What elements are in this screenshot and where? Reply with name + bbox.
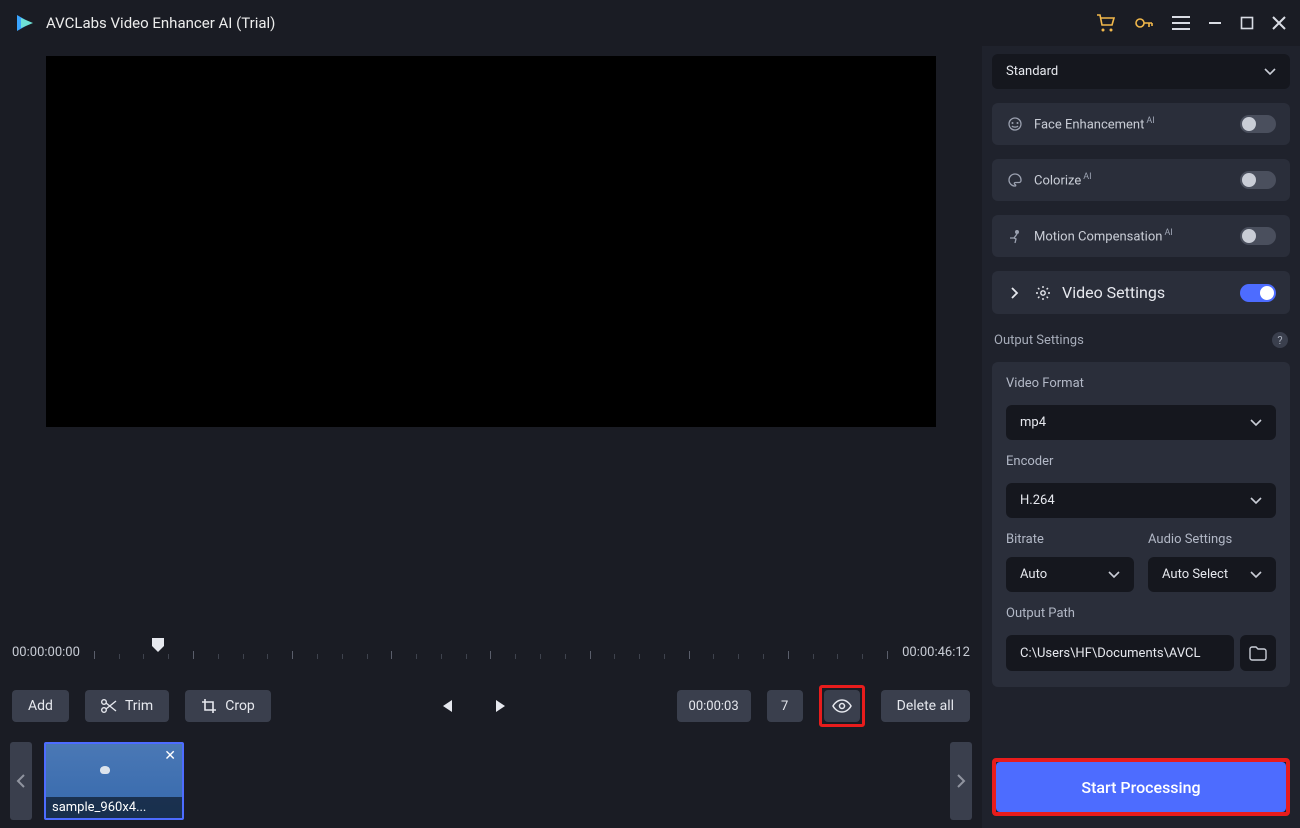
clip-prev-button[interactable] bbox=[10, 742, 32, 820]
app-title: AVCLabs Video Enhancer AI (Trial) bbox=[46, 14, 275, 32]
cart-icon[interactable] bbox=[1096, 14, 1116, 32]
clip-item[interactable]: ✕ sample_960x4... bbox=[44, 742, 184, 820]
app-logo-icon bbox=[14, 12, 36, 34]
chevron-down-icon bbox=[1250, 571, 1262, 579]
video-format-label: Video Format bbox=[1006, 376, 1276, 391]
crop-button[interactable]: Crop bbox=[185, 690, 271, 722]
preview-area bbox=[0, 46, 982, 433]
browse-folder-button[interactable] bbox=[1240, 635, 1276, 671]
trim-button[interactable]: Trim bbox=[85, 690, 169, 722]
editor-pane: 00:00:00:00 00:00:46:12 bbox=[0, 46, 982, 828]
clip-strip: ✕ sample_960x4... bbox=[0, 734, 982, 828]
maximize-icon[interactable] bbox=[1240, 16, 1254, 30]
close-icon[interactable] bbox=[1272, 16, 1286, 30]
colorize-toggle[interactable] bbox=[1240, 171, 1276, 189]
timeline-track[interactable] bbox=[94, 637, 888, 667]
audio-settings-label: Audio Settings bbox=[1148, 532, 1276, 547]
chevron-down-icon bbox=[1108, 571, 1120, 579]
video-format-select[interactable]: mp4 bbox=[1006, 405, 1276, 440]
video-settings-toggle[interactable] bbox=[1240, 284, 1276, 302]
encoder-select[interactable]: H.264 bbox=[1006, 483, 1276, 518]
preset-select[interactable]: Standard bbox=[992, 54, 1290, 89]
clip-remove-icon[interactable]: ✕ bbox=[164, 748, 176, 764]
timeline-start: 00:00:00:00 bbox=[12, 645, 80, 660]
output-path-input[interactable]: C:\Users\HF\Documents\AVCL bbox=[1006, 635, 1234, 671]
delete-all-button[interactable]: Delete all bbox=[881, 690, 970, 722]
video-settings-row[interactable]: Video Settings bbox=[992, 271, 1290, 314]
preview-eye-highlight bbox=[819, 685, 865, 727]
face-enhancement-toggle-card: Face EnhancementAI bbox=[992, 103, 1290, 145]
help-icon[interactable]: ? bbox=[1272, 332, 1288, 348]
add-button[interactable]: Add bbox=[12, 690, 69, 722]
timeline-end: 00:00:46:12 bbox=[902, 645, 970, 660]
clip-label: sample_960x4... bbox=[46, 797, 182, 818]
next-frame-icon[interactable] bbox=[494, 698, 510, 714]
audio-settings-select[interactable]: Auto Select bbox=[1148, 557, 1276, 592]
settings-panel: Standard Face EnhancementAI ColorizeAI bbox=[982, 46, 1300, 828]
titlebar: AVCLabs Video Enhancer AI (Trial) bbox=[0, 0, 1300, 46]
gear-icon bbox=[1034, 284, 1052, 302]
menu-icon[interactable] bbox=[1172, 16, 1190, 30]
preview-eye-button[interactable] bbox=[824, 690, 860, 722]
bitrate-select[interactable]: Auto bbox=[1006, 557, 1134, 592]
playhead-icon[interactable] bbox=[151, 637, 165, 653]
key-icon[interactable] bbox=[1134, 14, 1154, 32]
preview-canvas[interactable] bbox=[46, 56, 936, 427]
toolbar: Add Trim Crop 00:00:03 7 bbox=[0, 678, 982, 734]
face-icon bbox=[1006, 115, 1024, 133]
output-settings-title: Output Settings bbox=[994, 333, 1084, 348]
palette-icon bbox=[1006, 171, 1024, 189]
chevron-down-icon bbox=[1250, 497, 1262, 505]
clip-next-button[interactable] bbox=[950, 742, 972, 820]
prev-frame-icon[interactable] bbox=[438, 698, 454, 714]
frame-input[interactable]: 7 bbox=[767, 690, 803, 722]
timeline: 00:00:00:00 00:00:46:12 bbox=[0, 626, 982, 678]
chevron-down-icon bbox=[1264, 68, 1276, 76]
output-settings-card: Video Format mp4 Encoder H.264 Bitrate A… bbox=[992, 362, 1290, 687]
motion-comp-toggle[interactable] bbox=[1240, 227, 1276, 245]
colorize-toggle-card: ColorizeAI bbox=[992, 159, 1290, 201]
motion-comp-toggle-card: Motion CompensationAI bbox=[992, 215, 1290, 257]
bitrate-label: Bitrate bbox=[1006, 532, 1134, 547]
motion-icon bbox=[1006, 227, 1024, 245]
start-processing-button[interactable]: Start Processing bbox=[996, 762, 1286, 812]
current-time-input[interactable]: 00:00:03 bbox=[677, 690, 751, 722]
minimize-icon[interactable] bbox=[1208, 16, 1222, 30]
chevron-right-icon bbox=[1006, 284, 1024, 302]
chevron-down-icon bbox=[1250, 419, 1262, 427]
face-enhancement-toggle[interactable] bbox=[1240, 115, 1276, 133]
output-path-label: Output Path bbox=[1006, 606, 1276, 621]
encoder-label: Encoder bbox=[1006, 454, 1276, 469]
start-processing-highlight: Start Processing bbox=[992, 758, 1290, 816]
